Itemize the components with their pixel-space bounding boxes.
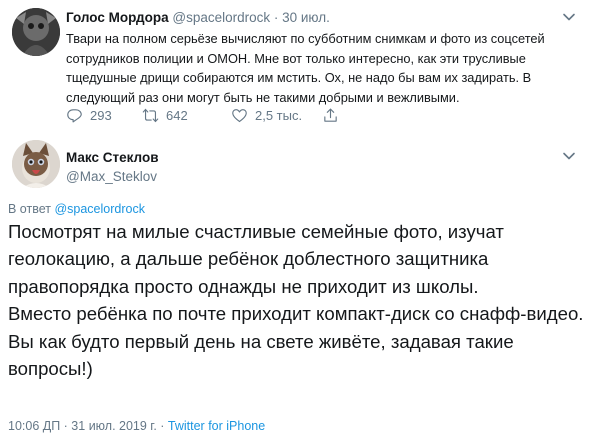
tweet-header: Голос Мордора @spacelordrock · 30 июл. [66, 10, 330, 26]
tweet-text: Посмотрят на милые счастливые семейные ф… [8, 218, 586, 382]
reply-count: 293 [90, 107, 112, 123]
tweet-paragraph: Посмотрят на милые счастливые семейные ф… [8, 221, 504, 297]
retweet-count: 642 [166, 107, 188, 123]
tweet-paragraph: Вместо ребёнка по почте приходит компакт… [8, 303, 584, 325]
tweet-paragraph: Вы как будто первый день на свете живёте… [8, 330, 514, 380]
retweet-icon [142, 108, 159, 122]
avatar[interactable] [12, 140, 60, 188]
like-button[interactable]: 2,5 тыс. [231, 107, 322, 124]
separator: · [270, 10, 283, 25]
parent-tweet[interactable]: Голос Мордора @spacelordrock · 30 июл. Т… [0, 0, 590, 134]
reply-prefix: В ответ [8, 202, 55, 216]
retweet-button[interactable]: 642 [142, 107, 231, 124]
tweet-text: Твари на полном серьёзе вычисляют по суб… [66, 31, 545, 105]
caret-down-icon[interactable] [562, 149, 576, 163]
author-name[interactable]: Макс Стеклов [66, 150, 159, 166]
tweet-date[interactable]: 30 июл. [282, 10, 330, 25]
tweet-timestamp[interactable]: 10:06 ДП · 31 июл. 2019 г. · [8, 419, 168, 433]
share-icon [324, 108, 337, 122]
tweet-actions: 293 642 2,5 тыс. [66, 106, 346, 124]
tweet-footer: 10:06 ДП · 31 июл. 2019 г. · Twitter for… [8, 419, 265, 434]
share-button[interactable] [322, 107, 346, 124]
reply-context: В ответ @spacelordrock [8, 202, 145, 217]
author-handle[interactable]: @Max_Steklov [66, 169, 157, 185]
reply-button[interactable]: 293 [66, 107, 142, 124]
author-handle[interactable]: @spacelordrock [172, 10, 270, 25]
avatar[interactable] [12, 8, 60, 56]
like-icon [232, 108, 247, 122]
caret-down-icon[interactable] [562, 10, 576, 24]
tweet-source[interactable]: Twitter for iPhone [168, 419, 265, 433]
author-name[interactable]: Голос Мордора [66, 10, 169, 25]
reply-to-handle[interactable]: @spacelordrock [54, 202, 145, 216]
reply-icon [67, 108, 82, 122]
like-count: 2,5 тыс. [255, 107, 303, 123]
